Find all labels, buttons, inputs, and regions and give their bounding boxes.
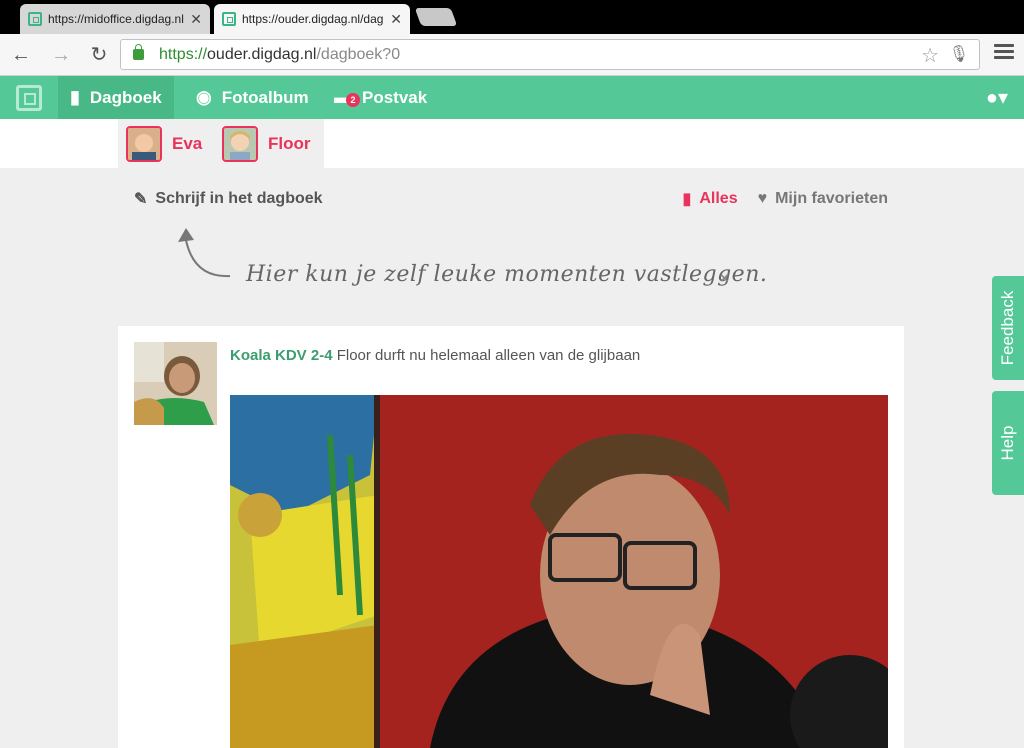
child-eva[interactable]: Eva	[126, 126, 202, 162]
browser-menu-icon[interactable]	[994, 44, 1014, 62]
help-tab[interactable]: Help	[992, 391, 1024, 495]
diary-post: Koala KDV 2-4 Floor durft nu helemaal al…	[118, 326, 904, 748]
browser-toolbar: ← → ↻ https://ouder.digdag.nl/dagboek?0 …	[0, 34, 1024, 76]
lock-icon	[133, 44, 144, 60]
app-logo-icon[interactable]	[16, 85, 42, 111]
hint-text: Hier kun je zelf leuke momenten vastlegg…	[246, 262, 768, 287]
bookmark-star-icon[interactable]: ☆	[921, 43, 939, 68]
browser-tab[interactable]: https://midoffice.digdag.nl/ ✕	[20, 4, 210, 34]
favicon-icon	[28, 12, 42, 26]
nav-fotoalbum[interactable]: ◉ Fotoalbum	[184, 76, 321, 119]
avatar	[126, 126, 162, 162]
filter-all[interactable]: ▮ Alles	[683, 189, 738, 209]
filters: ▮ Alles ♥ Mijn favorieten	[663, 189, 888, 209]
unread-badge: 2	[346, 93, 360, 107]
notebook-icon: ▮	[70, 87, 80, 107]
post-header: Koala KDV 2-4 Floor durft nu helemaal al…	[230, 347, 640, 364]
post-group[interactable]: Koala KDV 2-4	[230, 347, 333, 364]
heart-icon: ♥	[757, 190, 768, 207]
browser-tabstrip: https://midoffice.digdag.nl/ ✕ https://o…	[0, 0, 1024, 34]
close-icon[interactable]: ✕	[390, 11, 402, 28]
filter-favorites[interactable]: ♥ Mijn favorieten	[758, 190, 888, 208]
nav-dagboek[interactable]: ▮ Dagboek	[58, 76, 174, 119]
new-tab-button[interactable]	[414, 8, 458, 26]
children-bar: Eva Floor	[0, 119, 1024, 168]
url-text: https://ouder.digdag.nl/dagboek?0	[159, 46, 401, 63]
camera-icon: ◉	[196, 87, 212, 107]
feedback-tab[interactable]: Feedback	[992, 276, 1024, 380]
post-photo[interactable]	[230, 395, 888, 748]
post-text: Floor durft nu helemaal alleen van de gl…	[336, 347, 641, 364]
child-floor[interactable]: Floor	[222, 126, 311, 162]
browser-tab-active[interactable]: https://ouder.digdag.nl/dagboek ✕	[214, 4, 410, 34]
edit-icon: ✎	[134, 191, 148, 208]
address-bar[interactable]: https://ouder.digdag.nl/dagboek?0 ☆ 🎙	[120, 39, 980, 70]
microphone-icon[interactable]: 🎙	[949, 44, 969, 64]
favicon-icon	[222, 12, 236, 26]
close-icon[interactable]: ×	[720, 270, 729, 287]
hint-arrow-icon	[178, 228, 231, 278]
tab-title: https://ouder.digdag.nl/dagboek	[242, 12, 384, 26]
nav-postvak[interactable]: ▬ 2 Postvak	[322, 76, 439, 119]
chat-icon: ▬ 2	[334, 87, 360, 108]
user-menu-icon[interactable]: ●▾	[986, 85, 1008, 110]
tab-title: https://midoffice.digdag.nl/	[48, 12, 185, 26]
back-icon[interactable]: ←	[8, 42, 34, 68]
forward-icon[interactable]: →	[48, 42, 74, 68]
notebook-icon: ▮	[682, 191, 692, 208]
children-tabs: Eva Floor	[118, 119, 324, 168]
reload-icon[interactable]: ↻	[86, 42, 112, 68]
close-icon[interactable]: ✕	[190, 11, 202, 28]
avatar	[134, 342, 217, 425]
avatar	[222, 126, 258, 162]
app-navbar: ▮ Dagboek ◉ Fotoalbum ▬ 2 Postvak ●▾	[0, 76, 1024, 119]
write-diary-button[interactable]: ✎ Schrijf in het dagboek	[134, 189, 323, 209]
